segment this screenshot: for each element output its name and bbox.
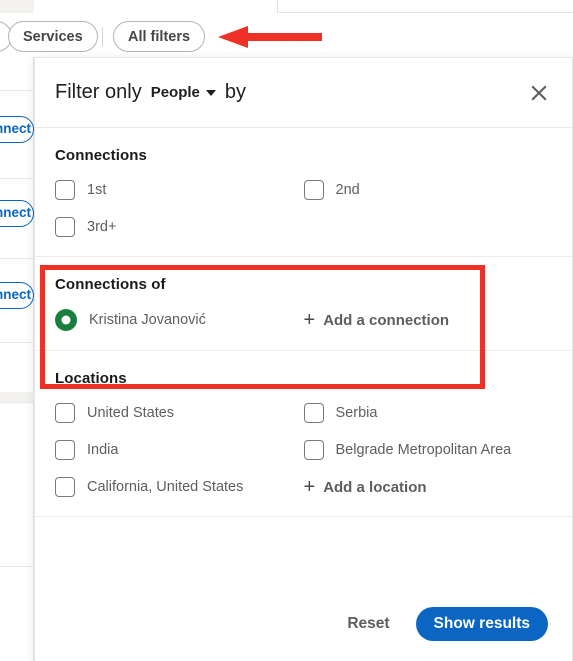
avatar-ring-icon xyxy=(55,309,77,331)
checkbox-icon[interactable] xyxy=(55,403,75,423)
background-divider xyxy=(0,566,34,567)
checkbox-option-california-united-states[interactable]: California, United States xyxy=(55,477,304,497)
chevron-down-icon xyxy=(205,89,216,96)
add-a-location-label: Add a location xyxy=(323,478,427,496)
option-label: Belgrade Metropolitan Area xyxy=(335,442,512,458)
background-connect-button[interactable]: Connect xyxy=(0,282,34,309)
background-band xyxy=(0,0,34,13)
show-results-button[interactable]: Show results xyxy=(415,607,548,641)
background-band xyxy=(0,392,34,402)
section-title-locations: Locations xyxy=(55,370,127,387)
plus-icon: + xyxy=(303,476,316,498)
locations-options-grid: United States Serbia India Belgrade Metr… xyxy=(55,403,552,497)
filter-pill-services[interactable]: Services xyxy=(8,21,98,52)
connections-options-grid: 1st 2nd 3rd+ xyxy=(55,180,552,237)
connection-person-option[interactable]: Kristina Jovanović xyxy=(55,309,304,331)
checkbox-option-3rd-plus[interactable]: 3rd+ xyxy=(55,217,304,237)
screen: Connect Connect Connect Services All fil… xyxy=(0,0,573,661)
checkbox-option-serbia[interactable]: Serbia xyxy=(303,403,553,423)
section-title-connections: Connections xyxy=(55,147,147,164)
entity-type-dropdown[interactable]: People xyxy=(149,82,218,103)
connection-person-name: Kristina Jovanović xyxy=(89,312,206,328)
option-label: 2nd xyxy=(335,182,360,198)
checkbox-icon[interactable] xyxy=(55,440,75,460)
background-divider xyxy=(0,90,34,91)
add-a-connection-button[interactable]: + Add a connection xyxy=(304,309,553,331)
checkbox-icon[interactable] xyxy=(303,180,324,200)
filter-pill-all-filters[interactable]: All filters xyxy=(113,21,206,52)
close-button[interactable] xyxy=(522,76,556,110)
checkbox-icon[interactable] xyxy=(55,217,75,237)
checkbox-icon[interactable] xyxy=(303,403,324,423)
entity-type-label: People xyxy=(150,84,200,101)
connections-of-grid: Kristina Jovanović + Add a connection xyxy=(55,309,552,331)
background-divider xyxy=(0,178,34,179)
plus-icon: + xyxy=(303,309,316,331)
background-divider xyxy=(0,402,34,403)
checkbox-icon[interactable] xyxy=(303,440,324,460)
reset-button[interactable]: Reset xyxy=(337,607,399,641)
add-a-connection-label: Add a connection xyxy=(323,311,450,329)
section-connections-of: Connections of Kristina Jovanović + Add … xyxy=(35,257,572,351)
checkbox-option-1st[interactable]: 1st xyxy=(55,180,304,200)
filter-only-suffix: by xyxy=(224,81,247,103)
modal-footer: Reset Show results xyxy=(35,587,572,661)
checkbox-option-belgrade-metropolitan-area[interactable]: Belgrade Metropolitan Area xyxy=(303,440,553,460)
close-icon xyxy=(531,84,547,101)
modal-body: Connections 1st 2nd 3rd+ Connections of … xyxy=(35,128,572,587)
checkbox-icon[interactable] xyxy=(55,180,75,200)
background-connect-button[interactable]: Connect xyxy=(0,200,34,227)
option-label: United States xyxy=(87,405,175,421)
option-label: India xyxy=(87,442,119,458)
background-results-column: Connect Connect Connect xyxy=(0,0,34,661)
section-connections: Connections 1st 2nd 3rd+ xyxy=(35,128,572,257)
section-title-connections-of: Connections of xyxy=(55,276,166,293)
option-label: 3rd+ xyxy=(87,219,117,235)
checkbox-option-2nd[interactable]: 2nd xyxy=(303,180,553,200)
background-divider xyxy=(0,342,34,343)
pill-divider xyxy=(102,27,103,46)
option-label: 1st xyxy=(87,182,107,198)
background-connect-button[interactable]: Connect xyxy=(0,116,34,143)
modal-header: Filter only People by xyxy=(35,58,572,128)
checkbox-icon[interactable] xyxy=(55,477,75,497)
section-locations: Locations United States Serbia India Bel… xyxy=(35,351,572,517)
option-label: Serbia xyxy=(335,405,378,421)
checkbox-option-india[interactable]: India xyxy=(55,440,304,460)
modal-title: Filter only People by xyxy=(55,81,246,104)
background-divider xyxy=(0,258,34,259)
left-arrow-annotation xyxy=(218,26,322,48)
add-a-location-button[interactable]: + Add a location xyxy=(304,477,553,497)
checkbox-option-united-states[interactable]: United States xyxy=(55,403,304,423)
all-filters-modal: Filter only People by Connections 1st 2n… xyxy=(34,57,573,661)
option-label: California, United States xyxy=(87,479,244,495)
filter-only-prefix: Filter only xyxy=(55,81,142,103)
